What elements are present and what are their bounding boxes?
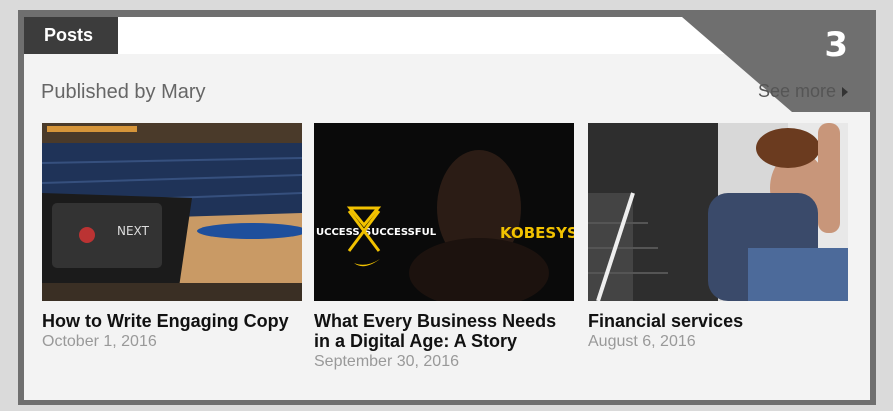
posts-panel: Posts 3 Published by Mary See more NEXT …	[24, 17, 870, 400]
tab-posts[interactable]: Posts	[24, 17, 118, 54]
post-card[interactable]: NEXT How to Write Engaging Copy October …	[42, 123, 302, 351]
post-date: September 30, 2016	[314, 353, 459, 370]
post-thumbnail-arena[interactable]: NEXT	[42, 123, 302, 301]
kobe-brand-text: KOBESYSTEM	[500, 224, 574, 242]
section-title: Published by Mary	[41, 81, 206, 103]
kobe-text-left: UCCESS	[316, 227, 360, 238]
see-more-label: See more	[758, 81, 837, 101]
posts-widget-frame: Posts 3 Published by Mary See more NEXT …	[18, 10, 876, 405]
chevron-right-icon	[842, 86, 849, 97]
post-title[interactable]: Financial services	[588, 311, 848, 331]
step-number-badge: 3	[824, 25, 848, 65]
kobe-text-right: SUCCESSFUL	[364, 227, 437, 238]
post-thumbnail-kobe-system[interactable]: UCCESS SUCCESSFUL KOBESYSTEM	[314, 123, 574, 301]
post-title[interactable]: What Every Business Needs in a Digital A…	[314, 311, 576, 351]
see-more-link[interactable]: See more	[758, 81, 849, 102]
post-title[interactable]: How to Write Engaging Copy	[42, 311, 302, 331]
post-thumbnail-child[interactable]	[588, 123, 848, 301]
post-date: October 1, 2016	[42, 333, 157, 350]
post-date: August 6, 2016	[588, 333, 696, 350]
post-card[interactable]: Financial services August 6, 2016	[588, 123, 848, 351]
svg-text:NEXT: NEXT	[117, 224, 150, 238]
post-card[interactable]: UCCESS SUCCESSFUL KOBESYSTEM What Every …	[314, 123, 576, 371]
